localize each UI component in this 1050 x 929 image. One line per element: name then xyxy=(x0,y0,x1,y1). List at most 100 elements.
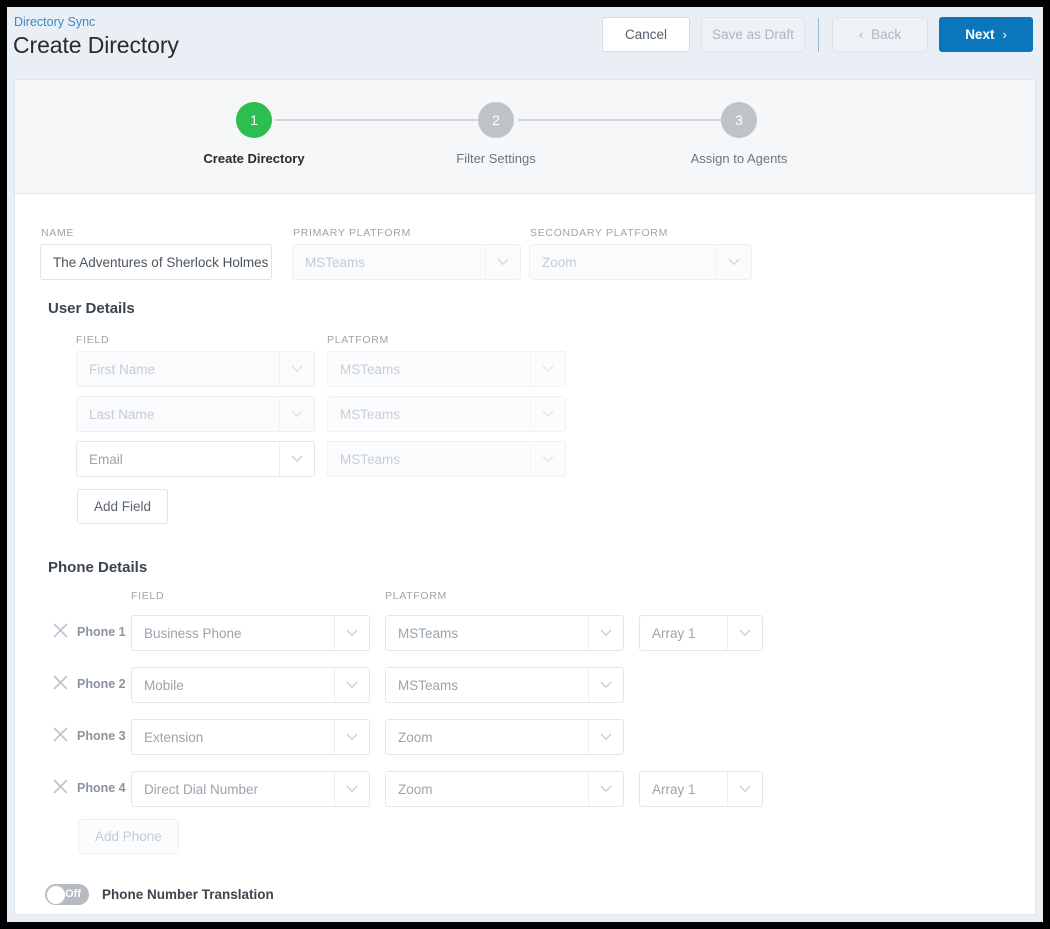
user-details-platform-header: PLATFORM xyxy=(327,334,389,346)
chevron-down-icon xyxy=(588,772,623,806)
user-platform-select-2[interactable]: MSTeams xyxy=(327,441,566,477)
remove-phone-2-icon[interactable] xyxy=(52,674,69,696)
save-as-draft-button[interactable]: Save as Draft xyxy=(701,17,805,52)
user-platform-select-0[interactable]: MSTeams xyxy=(327,351,566,387)
phone-field-select-3[interactable]: Direct Dial Number xyxy=(131,771,370,807)
back-button[interactable]: ‹ Back xyxy=(832,17,928,52)
secondary-platform-label: SECONDARY PLATFORM xyxy=(530,227,669,239)
primary-platform-value: MSTeams xyxy=(305,254,366,270)
name-input-value: The Adventures of Sherlock Holmes xyxy=(53,254,269,270)
phone-platform-value-3: Zoom xyxy=(398,781,433,797)
step-2-label: Filter Settings xyxy=(456,151,536,166)
phone-row-label-0: Phone 1 xyxy=(77,625,126,639)
phone-platform-value-2: Zoom xyxy=(398,729,433,745)
header-actions: Cancel Save as Draft ‹ Back Next › xyxy=(602,17,1033,52)
primary-platform-select[interactable]: MSTeams xyxy=(292,244,521,280)
phone-field-select-2[interactable]: Extension xyxy=(131,719,370,755)
user-field-select-0[interactable]: First Name xyxy=(76,351,315,387)
step-3-number: 3 xyxy=(721,102,757,138)
phone-field-value-2: Extension xyxy=(144,729,204,745)
user-platform-select-1[interactable]: MSTeams xyxy=(327,396,566,432)
phone-details-platform-header: PLATFORM xyxy=(385,590,447,602)
name-input[interactable]: The Adventures of Sherlock Holmes xyxy=(40,244,272,280)
chevron-down-icon xyxy=(334,720,369,754)
user-details-title: User Details xyxy=(48,300,135,317)
phone-array-value-3: Array 1 xyxy=(652,781,696,797)
page-header: Directory Sync Create Directory Cancel S… xyxy=(7,7,1043,78)
phone-platform-value-1: MSTeams xyxy=(398,677,459,693)
step-3-label: Assign to Agents xyxy=(690,151,788,166)
step-2-number: 2 xyxy=(478,102,514,138)
next-button[interactable]: Next › xyxy=(939,17,1033,52)
chevron-down-icon xyxy=(334,616,369,650)
user-field-value-0: First Name xyxy=(89,361,156,377)
phone-field-value-0: Business Phone xyxy=(144,625,242,641)
chevron-down-icon xyxy=(279,352,314,386)
user-field-value-2: Email xyxy=(89,451,123,467)
phone-field-select-0[interactable]: Business Phone xyxy=(131,615,370,651)
user-platform-value-2: MSTeams xyxy=(340,451,401,467)
phone-details-title: Phone Details xyxy=(48,559,148,576)
step-1-number: 1 xyxy=(236,102,272,138)
phone-array-select-3[interactable]: Array 1 xyxy=(639,771,763,807)
user-details-field-header: FIELD xyxy=(76,334,110,346)
step-1-label: Create Directory xyxy=(203,151,305,166)
toggle-knob xyxy=(46,885,65,904)
app-frame: Directory Sync Create Directory Cancel S… xyxy=(7,7,1043,922)
phone-number-translation-row: Off Phone Number Translation xyxy=(45,884,274,905)
page-title: Create Directory xyxy=(13,32,179,58)
primary-platform-label: PRIMARY PLATFORM xyxy=(293,227,411,239)
cancel-button[interactable]: Cancel xyxy=(602,17,690,52)
chevron-down-icon xyxy=(334,772,369,806)
user-field-select-2[interactable]: Email xyxy=(76,441,315,477)
user-platform-value-0: MSTeams xyxy=(340,361,401,377)
step-3-assign-to-agents[interactable]: 3 Assign to Agents xyxy=(639,102,839,166)
phone-number-translation-toggle[interactable]: Off xyxy=(45,884,89,905)
wizard-stepper: 1 Create Directory 2 Filter Settings 3 A… xyxy=(15,80,1035,194)
back-button-label: Back xyxy=(871,27,902,42)
chevron-down-icon xyxy=(530,442,565,476)
phone-field-value-3: Direct Dial Number xyxy=(144,781,259,797)
chevron-down-icon xyxy=(716,245,751,279)
step-1-create-directory[interactable]: 1 Create Directory xyxy=(154,102,354,166)
content-card: 1 Create Directory 2 Filter Settings 3 A… xyxy=(14,79,1036,915)
phone-field-select-1[interactable]: Mobile xyxy=(131,667,370,703)
phone-platform-select-2[interactable]: Zoom xyxy=(385,719,624,755)
chevron-down-icon xyxy=(588,668,623,702)
breadcrumb-directory-sync[interactable]: Directory Sync xyxy=(14,15,95,29)
phone-details-field-header: FIELD xyxy=(131,590,165,602)
chevron-left-icon: ‹ xyxy=(858,27,864,42)
phone-array-select-0[interactable]: Array 1 xyxy=(639,615,763,651)
user-platform-value-1: MSTeams xyxy=(340,406,401,422)
header-divider xyxy=(818,17,819,52)
chevron-down-icon xyxy=(588,720,623,754)
secondary-platform-select[interactable]: Zoom xyxy=(529,244,752,280)
add-phone-button[interactable]: Add Phone xyxy=(78,819,179,854)
chevron-down-icon xyxy=(279,442,314,476)
chevron-down-icon xyxy=(530,397,565,431)
phone-number-translation-label: Phone Number Translation xyxy=(102,887,274,902)
name-label: NAME xyxy=(41,227,75,239)
step-2-filter-settings[interactable]: 2 Filter Settings xyxy=(396,102,596,166)
phone-platform-select-3[interactable]: Zoom xyxy=(385,771,624,807)
phone-row-label-1: Phone 2 xyxy=(77,677,126,691)
chevron-down-icon xyxy=(727,772,762,806)
phone-row-label-3: Phone 4 xyxy=(77,781,126,795)
phone-platform-value-0: MSTeams xyxy=(398,625,459,641)
remove-phone-4-icon[interactable] xyxy=(52,778,69,800)
chevron-down-icon xyxy=(485,245,520,279)
phone-array-value-0: Array 1 xyxy=(652,625,696,641)
chevron-down-icon xyxy=(279,397,314,431)
user-field-select-1[interactable]: Last Name xyxy=(76,396,315,432)
phone-platform-select-0[interactable]: MSTeams xyxy=(385,615,624,651)
chevron-down-icon xyxy=(588,616,623,650)
chevron-down-icon xyxy=(334,668,369,702)
phone-row-label-2: Phone 3 xyxy=(77,729,126,743)
remove-phone-1-icon[interactable] xyxy=(52,622,69,644)
next-button-label: Next xyxy=(965,27,995,42)
remove-phone-3-icon[interactable] xyxy=(52,726,69,748)
add-field-button[interactable]: Add Field xyxy=(77,489,169,524)
phone-platform-select-1[interactable]: MSTeams xyxy=(385,667,624,703)
secondary-platform-value: Zoom xyxy=(542,254,577,270)
chevron-down-icon xyxy=(727,616,762,650)
